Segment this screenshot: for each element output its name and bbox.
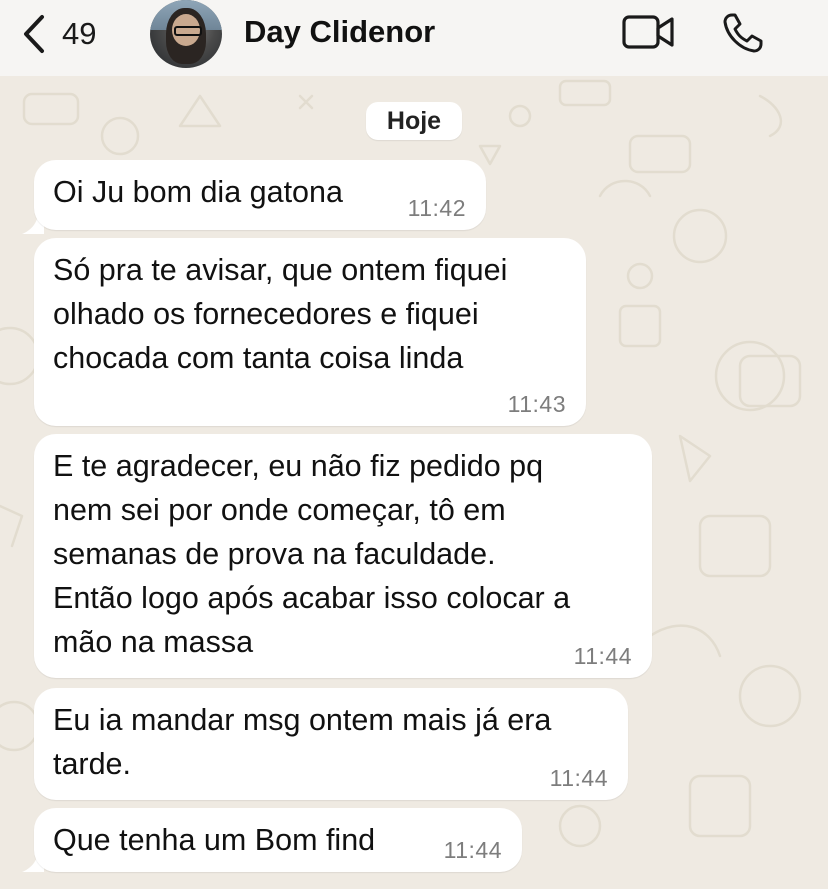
message-bubble[interactable]: E te agradecer, eu não fiz pedido pq nem… [34, 434, 652, 678]
date-separator: Hoje [366, 102, 462, 140]
chat-area[interactable]: Hoje Oi Ju bom dia gatona 11:42 Só pra t… [0, 76, 828, 889]
message-bubble[interactable]: Eu ia mandar msg ontem mais já era tarde… [34, 688, 628, 800]
back-button[interactable]: 49 [22, 12, 96, 56]
unread-count: 49 [62, 16, 97, 51]
chat-header: 49 Day Clidenor [0, 0, 828, 76]
video-call-icon [622, 15, 676, 56]
message-time: 11:44 [549, 765, 608, 791]
phone-icon [722, 13, 766, 58]
message-bubble[interactable]: Só pra te avisar, que ontem fiquei olhad… [34, 238, 586, 426]
chevron-left-icon [22, 14, 46, 54]
message-bubble[interactable]: Que tenha um Bom find 11:44 [34, 808, 522, 872]
voice-call-button[interactable] [722, 12, 766, 59]
message-text: Só pra te avisar, que ontem fiquei olhad… [53, 253, 508, 375]
message-time: 11:44 [443, 837, 502, 863]
message-text: E te agradecer, eu não fiz pedido pq nem… [53, 449, 571, 659]
message-text: Que tenha um Bom find [53, 823, 376, 857]
avatar[interactable] [150, 0, 222, 68]
message-text: Eu ia mandar msg ontem mais já era tarde… [53, 703, 552, 781]
message-text: Oi Ju bom dia gatona [53, 175, 343, 209]
message-time: 11:43 [507, 391, 566, 417]
message-bubble[interactable]: Oi Ju bom dia gatona 11:42 [34, 160, 486, 230]
video-call-button[interactable] [622, 12, 676, 57]
message-time: 11:42 [407, 195, 466, 221]
contact-name[interactable]: Day Clidenor [244, 14, 435, 50]
message-time: 11:44 [573, 643, 632, 669]
